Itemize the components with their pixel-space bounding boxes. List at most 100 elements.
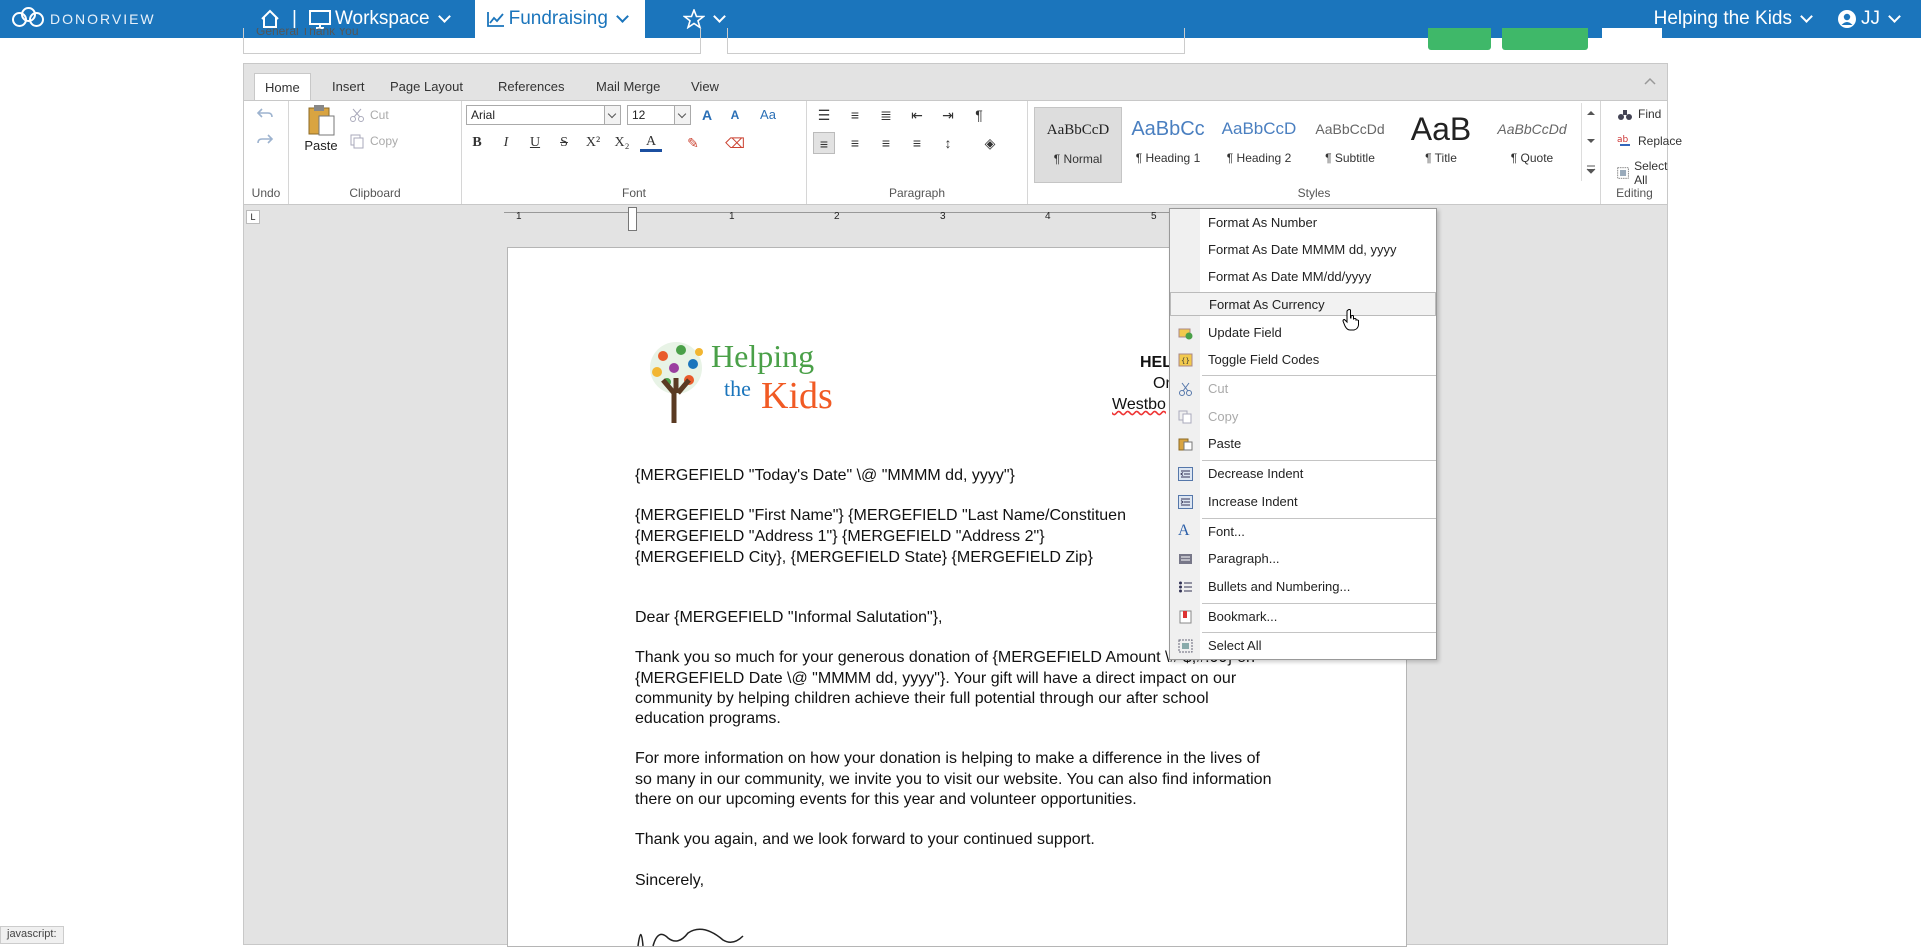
align-left-button[interactable]: ≡: [813, 132, 835, 154]
style-subtitle[interactable]: AaBbCcDd ¶ Subtitle: [1306, 107, 1394, 183]
underline-button[interactable]: U: [524, 132, 546, 154]
clear-formatting-button[interactable]: ⌫: [724, 132, 746, 154]
menu-select-all[interactable]: Select All: [1170, 634, 1436, 658]
superscript-button[interactable]: X²: [582, 132, 604, 154]
cut-button[interactable]: Cut: [349, 107, 389, 123]
menu-item-label: Paste: [1208, 436, 1242, 451]
find-button[interactable]: Find: [1617, 106, 1661, 122]
template-name-value: General Thank You: [256, 28, 359, 38]
copy-icon: [1178, 410, 1192, 424]
menu-cut[interactable]: Cut: [1170, 377, 1436, 401]
tree-logo-icon: [650, 342, 703, 423]
show-marks-button[interactable]: ¶: [968, 104, 990, 126]
increase-indent-button[interactable]: ⇥: [937, 104, 959, 126]
tab-mail-merge[interactable]: Mail Merge: [586, 73, 670, 101]
menu-paragraph[interactable]: Paragraph...: [1170, 547, 1436, 571]
menu-update-field[interactable]: Update Field: [1170, 321, 1436, 345]
style-heading-2[interactable]: AaBbCcD ¶ Heading 2: [1215, 107, 1303, 183]
tab-view[interactable]: View: [681, 73, 729, 101]
menu-font[interactable]: A Font...: [1170, 520, 1436, 544]
line-spacing-button[interactable]: ↕: [937, 132, 959, 154]
fundraising-label: Fundraising: [508, 8, 608, 29]
font-group-label: Font: [621, 186, 646, 200]
tab-insert[interactable]: Insert: [322, 73, 375, 101]
user-circle-icon: [1838, 10, 1856, 28]
style-heading-1[interactable]: AaBbCc ¶ Heading 1: [1124, 107, 1212, 183]
menu-item-label: Toggle Field Codes: [1208, 352, 1320, 367]
template-name-field[interactable]: General Thank You: [243, 28, 701, 54]
font-name-select[interactable]: Arial: [466, 105, 621, 125]
undo-icon[interactable]: [256, 107, 274, 121]
hand-cursor-icon: [1342, 309, 1359, 331]
tab-home[interactable]: Home: [254, 73, 311, 101]
menu-format-as-date-short[interactable]: Format As Date MM/dd/yyyy: [1170, 265, 1436, 289]
tab-stop-selector[interactable]: L: [246, 210, 260, 224]
menu-format-as-currency[interactable]: Format As Currency: [1170, 292, 1436, 316]
menu-item-label: Cut: [1208, 381, 1229, 396]
style-normal[interactable]: AaBbCcD ¶ Normal: [1034, 107, 1122, 183]
logo-helping-text: Helping: [711, 338, 815, 374]
shrink-font-button[interactable]: A: [724, 104, 746, 126]
align-center-button[interactable]: ≡: [844, 132, 866, 154]
style-title[interactable]: AaB ¶ Title: [1397, 107, 1485, 183]
styles-scroll[interactable]: [1581, 103, 1599, 181]
save-button[interactable]: [1428, 28, 1491, 50]
body-paragraph-1-line-4: education programs.: [635, 710, 781, 727]
signature-image: [637, 928, 744, 947]
chevron-down-icon: [1587, 139, 1595, 143]
menu-increase-indent[interactable]: Increase Indent: [1170, 490, 1436, 514]
select-all-button[interactable]: Select All: [1617, 159, 1671, 187]
menu-toggle-field-codes[interactable]: {} Toggle Field Codes: [1170, 348, 1436, 372]
bullets-button[interactable]: ☰: [813, 104, 835, 126]
paragraph-group-label: Paragraph: [888, 186, 946, 200]
menu-copy[interactable]: Copy: [1170, 405, 1436, 429]
font-color-button[interactable]: A: [640, 132, 662, 152]
numbering-button[interactable]: ≡: [844, 104, 866, 126]
subscript-button[interactable]: X₂: [611, 132, 633, 154]
menu-bullets-and-numbering[interactable]: Bullets and Numbering...: [1170, 575, 1436, 599]
style-quote[interactable]: AaBbCcDd ¶ Quote: [1488, 107, 1576, 183]
close-button[interactable]: [1602, 28, 1662, 50]
justify-button[interactable]: ≡: [906, 132, 928, 154]
copy-button[interactable]: Copy: [349, 133, 398, 149]
menu-bookmark[interactable]: Bookmark...: [1170, 605, 1436, 629]
decrease-indent-button[interactable]: ⇤: [906, 104, 928, 126]
menu-paste[interactable]: Paste: [1170, 432, 1436, 456]
replace-button[interactable]: ab Replace: [1617, 133, 1682, 149]
highlight-color-button[interactable]: ✎: [682, 132, 704, 154]
bullets-icon: [1179, 581, 1192, 593]
select-all-icon: [1178, 639, 1193, 653]
decrease-indent-icon: [1178, 467, 1193, 481]
secondary-field[interactable]: [727, 28, 1185, 54]
menu-item-label: Increase Indent: [1208, 494, 1298, 509]
menu-item-label: Format As Number: [1208, 215, 1318, 230]
donorview-logo[interactable]: DONORVIEW: [12, 7, 252, 31]
redo-icon[interactable]: [256, 133, 274, 147]
ribbon-home-panel: Undo Paste Cut Copy Clipboard Arial 12 A…: [244, 100, 1682, 205]
grow-font-button[interactable]: A: [696, 104, 718, 126]
tab-page-layout[interactable]: Page Layout: [380, 73, 473, 101]
save-close-button[interactable]: [1502, 28, 1588, 50]
menu-decrease-indent[interactable]: Decrease Indent: [1170, 462, 1436, 486]
align-right-button[interactable]: ≡: [875, 132, 897, 154]
chevron-down-icon: [1888, 10, 1901, 23]
undo-group-label: Undo: [251, 186, 281, 200]
tab-references[interactable]: References: [488, 73, 574, 101]
menu-separator: [1202, 375, 1436, 376]
organization-menu[interactable]: Helping the Kids: [1644, 0, 1827, 38]
change-case-button[interactable]: Aa: [752, 104, 784, 126]
font-size-select[interactable]: 12: [627, 105, 691, 125]
menu-format-as-number[interactable]: Format As Number: [1170, 211, 1436, 235]
user-menu[interactable]: JJ: [1827, 0, 1915, 38]
select-all-label: Select All: [1634, 159, 1668, 187]
bold-button[interactable]: B: [466, 132, 488, 154]
horizontal-ruler[interactable]: 1 1 2 3 4 5: [504, 207, 1204, 231]
shading-button[interactable]: ◈: [979, 132, 1001, 154]
paste-button[interactable]: Paste: [299, 103, 343, 161]
menu-format-as-date-long[interactable]: Format As Date MMMM dd, yyyy: [1170, 238, 1436, 262]
collapse-ribbon-icon[interactable]: [1643, 76, 1657, 86]
italic-button[interactable]: I: [495, 132, 517, 154]
multilevel-list-button[interactable]: ≣: [875, 104, 897, 126]
indent-marker[interactable]: [628, 207, 637, 231]
strikethrough-button[interactable]: S: [553, 132, 575, 154]
